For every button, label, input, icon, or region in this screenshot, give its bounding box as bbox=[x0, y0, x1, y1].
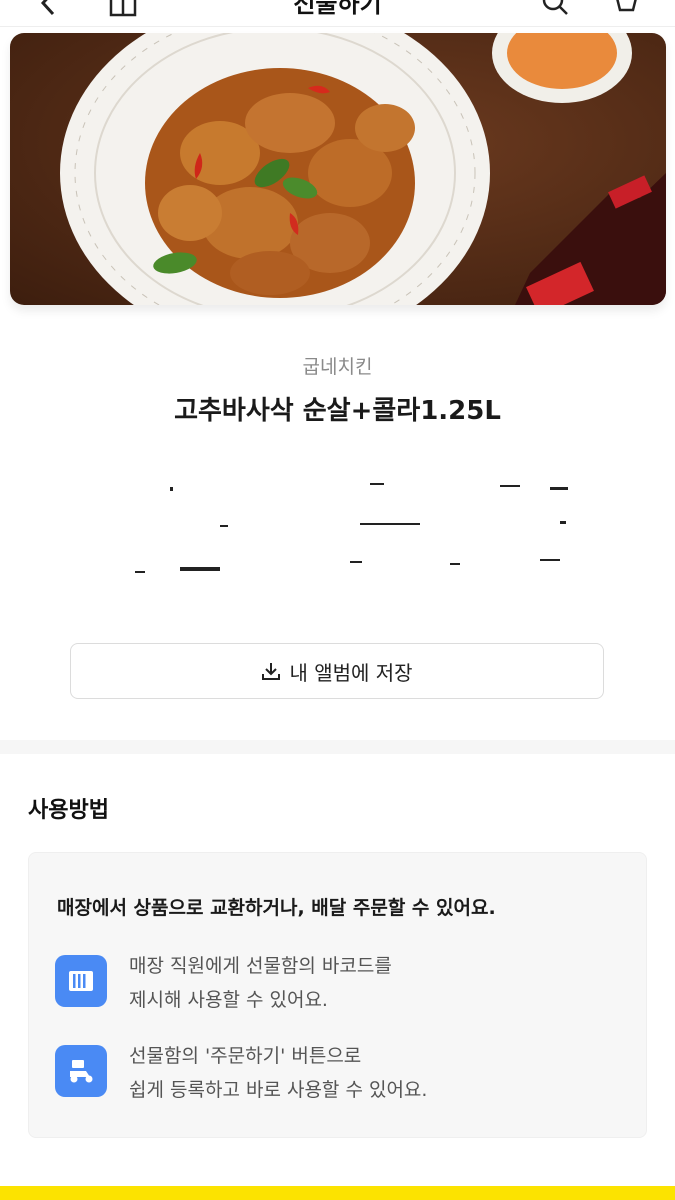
product-image bbox=[10, 33, 666, 305]
save-to-album-button[interactable]: 내 앨범에 저장 bbox=[70, 643, 604, 699]
step-line: 쉽게 등록하고 바로 사용할 수 있어요. bbox=[129, 1079, 428, 1101]
bottom-action-bar[interactable] bbox=[0, 1186, 675, 1200]
howto-title: 사용방법 bbox=[28, 798, 109, 823]
cart-icon[interactable] bbox=[608, 0, 638, 18]
section-divider bbox=[0, 740, 675, 754]
howto-box: 매장에서 상품으로 교환하거나, 배달 주문할 수 있어요. 매장 직원에게 선… bbox=[28, 852, 647, 1138]
product-name: 고추바사삭 순살+콜라1.25L bbox=[174, 396, 501, 426]
top-bar: 선물하기 bbox=[0, 0, 675, 27]
download-icon bbox=[262, 663, 281, 680]
step-text: 선물함의 '주문하기' 버튼으로 쉽게 등록하고 바로 사용할 수 있어요. bbox=[129, 1039, 427, 1107]
barcode-icon bbox=[55, 955, 107, 1007]
page-title: 선물하기 bbox=[293, 0, 382, 18]
step-line: 제시해 사용할 수 있어요. bbox=[129, 989, 328, 1011]
save-button-label: 내 앨범에 저장 bbox=[289, 660, 413, 685]
barcode-area bbox=[135, 483, 568, 573]
brand-name: 굽네치킨 bbox=[302, 356, 373, 378]
step-line: 매장 직원에게 선물함의 바코드를 bbox=[129, 955, 392, 977]
delivery-scooter-icon bbox=[55, 1045, 107, 1097]
step-text: 매장 직원에게 선물함의 바코드를 제시해 사용할 수 있어요. bbox=[129, 949, 392, 1017]
howto-headline: 매장에서 상품으로 교환하거나, 배달 주문할 수 있어요. bbox=[57, 897, 496, 919]
search-icon[interactable] bbox=[540, 0, 570, 18]
step-line: 선물함의 '주문하기' 버튼으로 bbox=[129, 1045, 362, 1067]
